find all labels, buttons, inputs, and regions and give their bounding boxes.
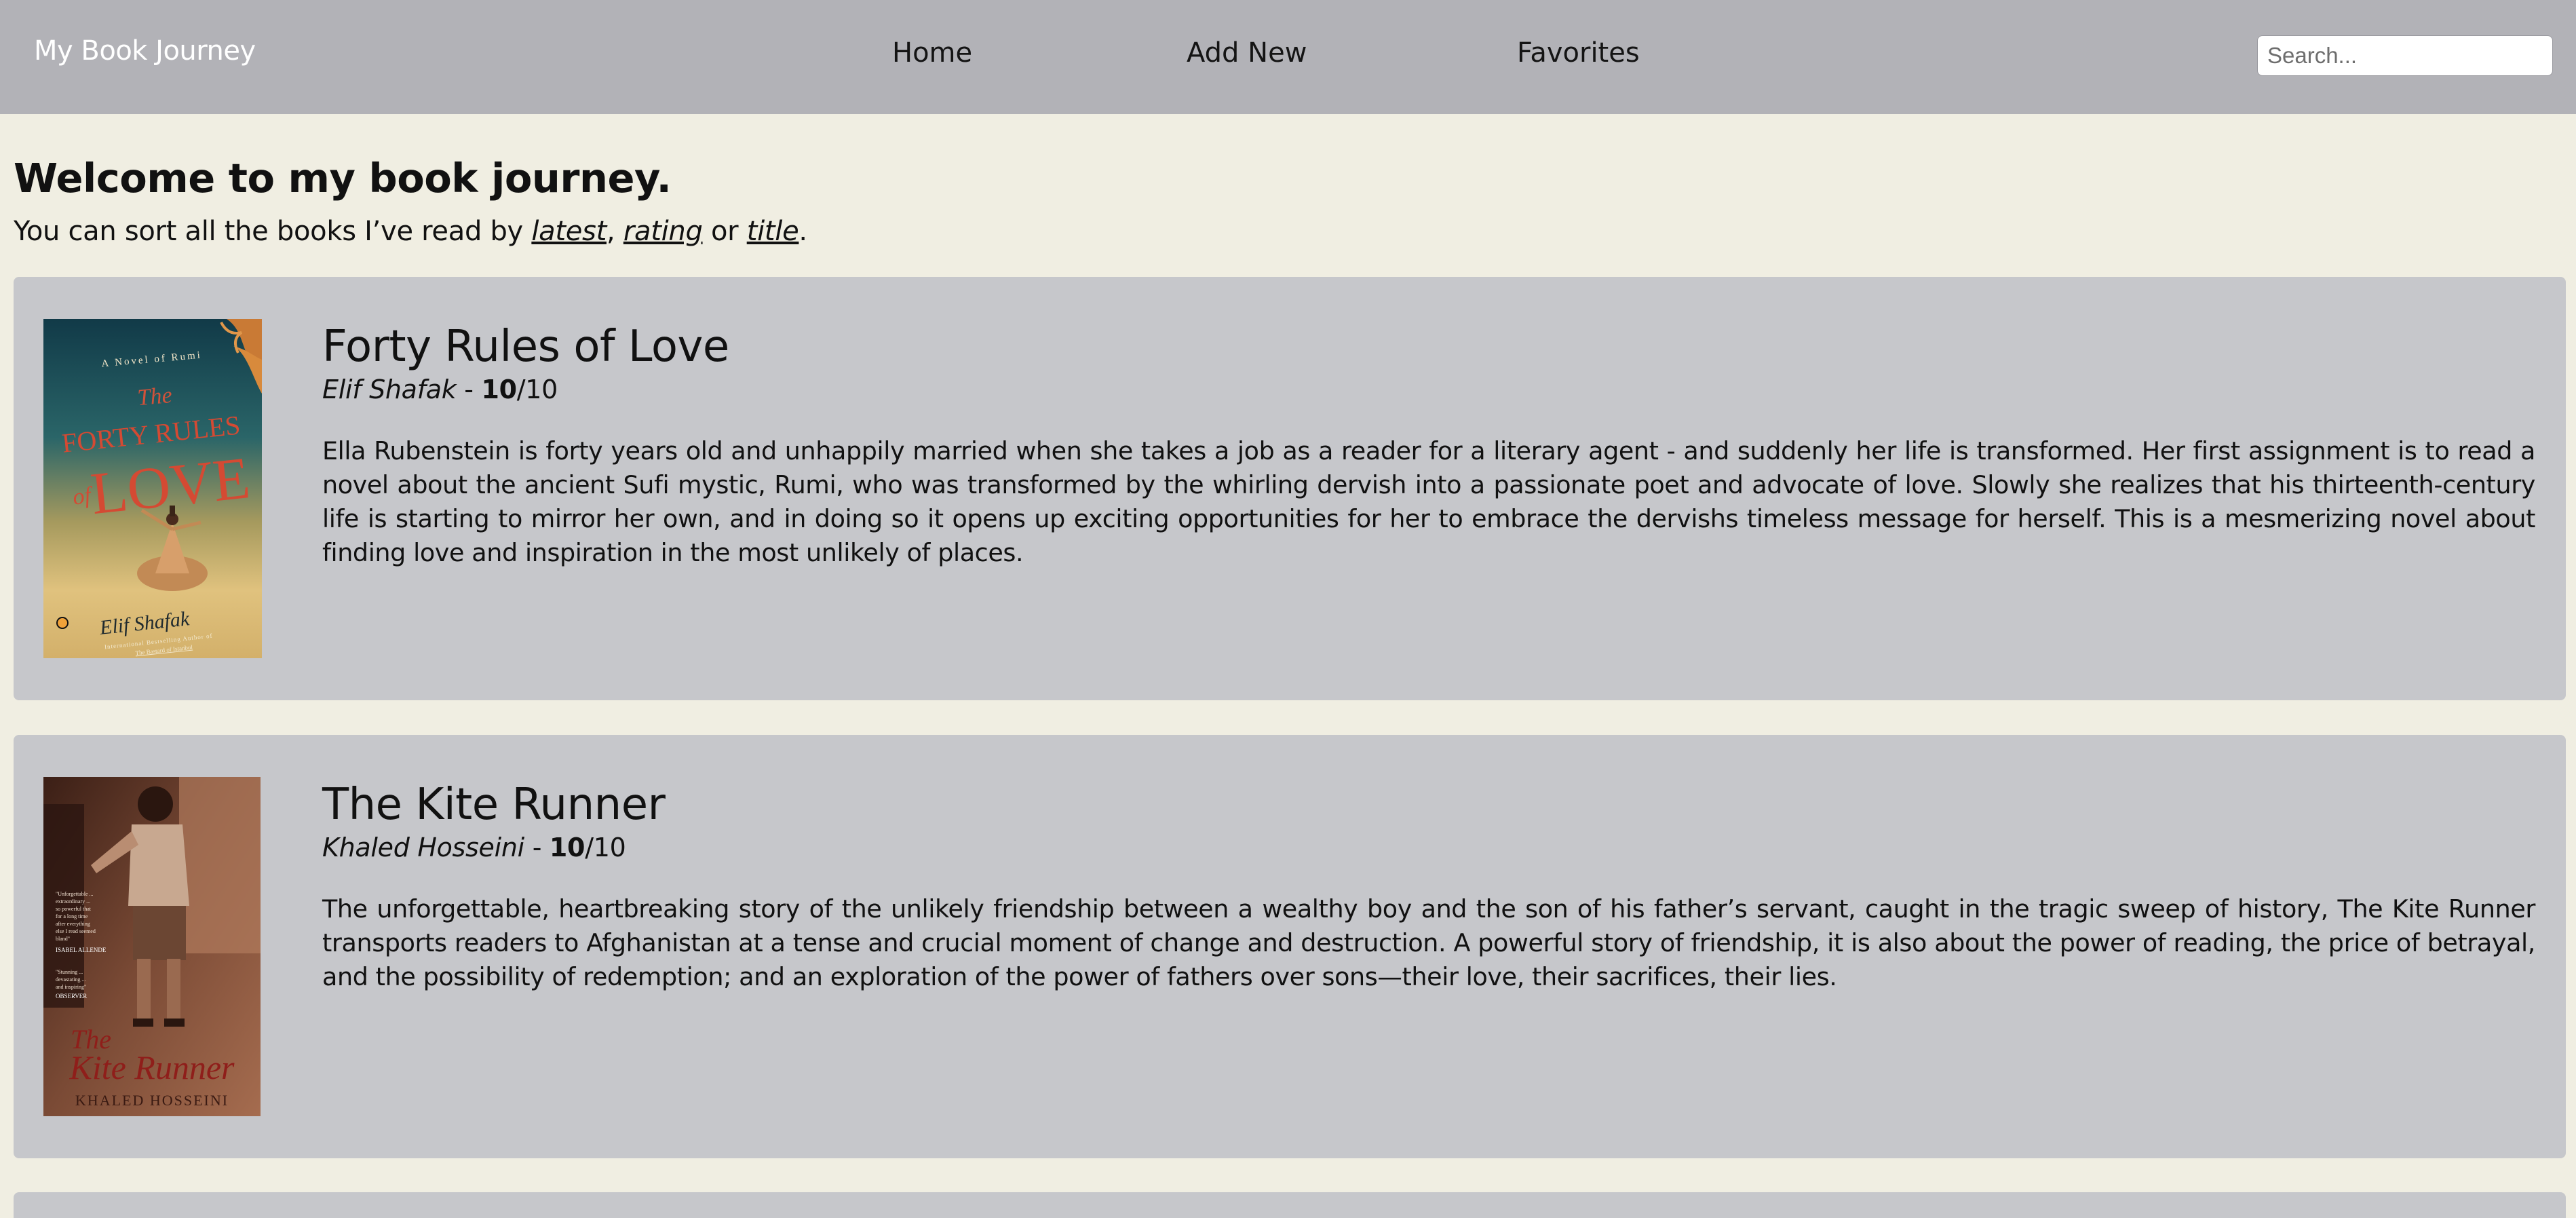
meta-separator: - bbox=[456, 375, 482, 404]
book-cover-image: A Novel of Rumi The FORTY RULES of LOVE … bbox=[43, 319, 262, 658]
book-description: Ella Rubenstein is forty years old and u… bbox=[322, 436, 2535, 567]
cover-title-line2: Kite Runner bbox=[69, 1048, 235, 1086]
sort-suffix: . bbox=[799, 216, 807, 247]
cover-blurb-2-attribution: OBSERVER bbox=[56, 993, 87, 1000]
navbar: My Book Journey Home Add New Favorites bbox=[0, 0, 2576, 114]
book-description: The unforgettable, heartbreaking story o… bbox=[322, 894, 2535, 991]
publisher-logo-icon bbox=[56, 617, 69, 629]
cover-author: KHALED HOSSEINI bbox=[75, 1092, 229, 1109]
sort-rating-link[interactable]: rating bbox=[623, 216, 703, 247]
search-input[interactable] bbox=[2257, 35, 2553, 76]
nav-add-new-link[interactable]: Add New bbox=[1187, 37, 1307, 69]
book-rating-score: 10 bbox=[481, 375, 517, 404]
brand-logo[interactable]: My Book Journey bbox=[34, 35, 256, 66]
book-title: The Kite Runner bbox=[322, 780, 666, 830]
cover-the: The bbox=[136, 383, 173, 411]
kite-runner-cover-art: "Unforgettable ... extraordinary ... so … bbox=[43, 777, 261, 1116]
book-meta: Elif Shafak - 10/10 bbox=[322, 375, 558, 404]
book-author: Elif Shafak bbox=[322, 375, 457, 404]
book-rating-score: 10 bbox=[549, 833, 585, 862]
page-title: Welcome to my book journey. bbox=[14, 155, 672, 202]
nav-favorites-link[interactable]: Favorites bbox=[1517, 37, 1640, 69]
nav-home-link[interactable]: Home bbox=[892, 37, 972, 69]
cover-blurb-2: "Stunning ... devastating ... and inspir… bbox=[56, 969, 87, 990]
sort-separator: or bbox=[702, 216, 747, 247]
sort-latest-link[interactable]: latest bbox=[531, 216, 607, 247]
sort-instructions: You can sort all the books I’ve read by … bbox=[14, 216, 807, 247]
book-card-partial bbox=[14, 1192, 2566, 1218]
book-card: "Unforgettable ... extraordinary ... so … bbox=[14, 735, 2566, 1158]
book-meta: Khaled Hosseini - 10/10 bbox=[322, 833, 626, 862]
sort-title-link[interactable]: title bbox=[747, 216, 799, 247]
book-rating-max: /10 bbox=[585, 833, 626, 862]
forty-rules-cover-art: A Novel of Rumi The FORTY RULES of LOVE … bbox=[43, 319, 262, 658]
book-cover-image: "Unforgettable ... extraordinary ... so … bbox=[43, 777, 261, 1116]
book-rating-max: /10 bbox=[516, 375, 558, 404]
meta-separator: - bbox=[524, 833, 550, 862]
book-title: Forty Rules of Love bbox=[322, 322, 729, 372]
sort-prefix: You can sort all the books I’ve read by bbox=[14, 216, 532, 247]
book-author: Khaled Hosseini bbox=[322, 833, 524, 862]
sort-separator: , bbox=[607, 216, 623, 247]
book-card: A Novel of Rumi The FORTY RULES of LOVE … bbox=[14, 277, 2566, 700]
cover-blurb-attribution: ISABEL ALLENDE bbox=[56, 947, 107, 953]
